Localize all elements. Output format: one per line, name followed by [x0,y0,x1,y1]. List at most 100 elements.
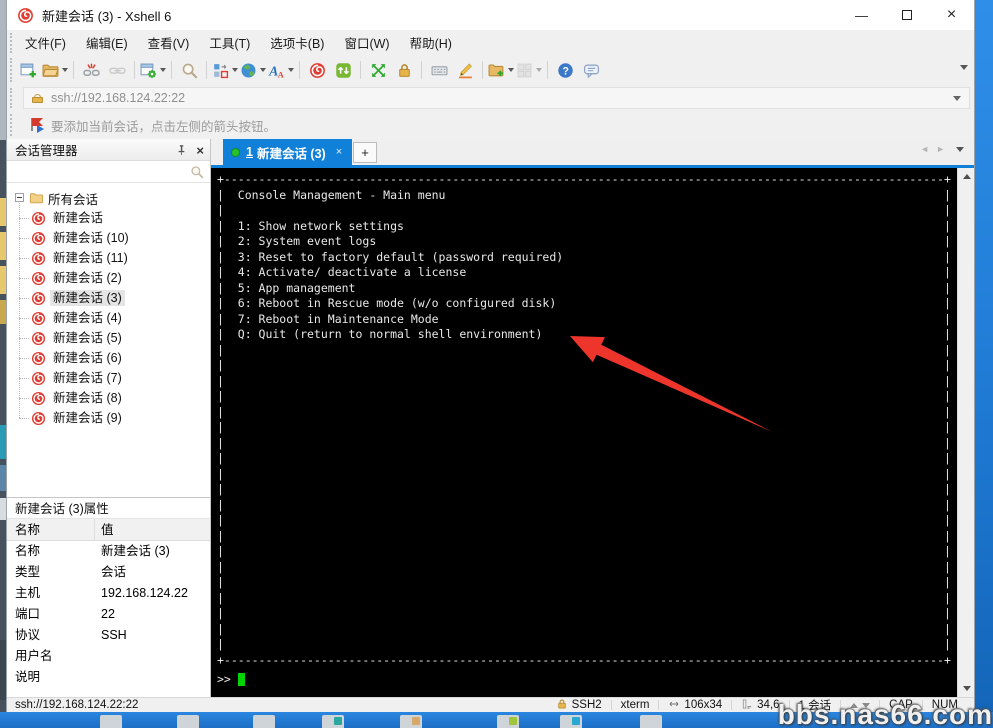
scroll-down-icon[interactable] [958,680,975,697]
addressbar-gripper[interactable] [10,87,15,109]
taskbar-item[interactable] [100,715,122,728]
session-tree-item[interactable]: 新建会话 (9) [7,408,210,428]
dropdown-caret-icon[interactable] [160,68,166,72]
maximize-button[interactable] [884,0,929,30]
taskbar-item[interactable] [253,715,275,728]
toolbar-disconnect-button[interactable] [79,58,103,82]
terminal-scrollbar[interactable] [957,168,974,697]
address-dropdown-caret[interactable] [953,96,961,101]
property-row[interactable]: 类型 会话 [7,562,210,583]
taskbar-item-chip [412,717,420,725]
toolbar-font-button[interactable] [268,58,294,82]
session-tree-item[interactable]: 新建会话 (3) [7,288,210,308]
tree-root-all-sessions[interactable]: 所有会话 [7,188,210,208]
session-tree-item[interactable]: 新建会话 [7,208,210,228]
toolbar-tile-windows-button[interactable] [516,58,542,82]
column-name[interactable]: 名称 [7,519,95,540]
toolbar-lock-button[interactable] [392,58,416,82]
tab-active-session[interactable]: 1 新建会话 (3) × [223,139,353,165]
toolbar-message-balloon-button[interactable] [579,58,603,82]
dropdown-caret-icon[interactable] [536,68,542,72]
menu-item-5[interactable]: 选项卡(B) [260,30,334,55]
infobar-gripper[interactable] [10,113,15,137]
dropdown-caret-icon[interactable] [508,68,514,72]
dropdown-caret-icon[interactable] [232,68,238,72]
tab-bar: 1 新建会话 (3) × + ◄ ► [211,139,974,165]
toolbar-web-button[interactable] [240,58,266,82]
menu-item-3[interactable]: 查看(V) [138,30,200,55]
dropdown-caret-icon[interactable] [288,68,294,72]
taskbar-item[interactable] [400,715,422,728]
taskbar-item[interactable] [640,715,662,728]
minimize-button[interactable]: — [839,0,884,30]
session-tree-item[interactable]: 新建会话 (6) [7,348,210,368]
toolbar-find-button[interactable] [177,58,201,82]
dropdown-caret-icon[interactable] [62,68,68,72]
session-search-box[interactable] [7,161,210,183]
toolbar-xftp-button[interactable] [331,58,355,82]
dropdown-caret-icon[interactable] [260,68,266,72]
toolbar-xshell-button[interactable] [305,58,329,82]
tab-close-icon[interactable]: × [336,146,342,158]
status-106x34[interactable]: 106x34 [668,698,722,713]
menu-item-1[interactable]: 文件(F) [15,30,76,55]
toolbar-new-folder-button[interactable] [488,58,514,82]
menu-item-4[interactable]: 工具(T) [199,30,260,55]
session-tree-item[interactable]: 新建会话 (4) [7,308,210,328]
property-row[interactable]: 协议 SSH [7,625,210,646]
address-value[interactable]: ssh://192.168.124.22:22 [51,91,185,105]
toolbar-highlight-pen-button[interactable] [453,58,477,82]
cursor-pos-icon [741,698,753,710]
property-row[interactable]: 名称 新建会话 (3) [7,541,210,562]
session-tree-item[interactable]: 新建会话 (8) [7,388,210,408]
session-icon [31,371,46,386]
panel-close-icon[interactable]: × [196,143,204,158]
pin-icon[interactable] [175,144,188,157]
status-ssh2[interactable]: SSH2 [556,698,602,713]
taskbar-item[interactable] [322,715,344,728]
toolbar-session-properties-button[interactable] [140,58,166,82]
toolbar [7,55,974,85]
add-session-flag-icon[interactable] [29,117,45,133]
property-name: 说明 [15,670,41,684]
property-row[interactable]: 用户名 [7,646,210,667]
property-row[interactable]: 主机 192.168.124.22 [7,583,210,604]
session-tree-item[interactable]: 新建会话 (5) [7,328,210,348]
session-tree-item[interactable]: 新建会话 (11) [7,248,210,268]
tab-scroll-left-icon[interactable]: ◄ [920,144,929,154]
toolbar-overflow-caret[interactable] [960,65,968,70]
xftp-icon [335,62,352,79]
tab-scroll-right-icon[interactable]: ► [936,144,945,154]
toolbar-keyboard-button[interactable] [427,58,451,82]
close-button[interactable]: × [929,0,974,30]
toolbar-help-button[interactable] [553,58,577,82]
session-tree-item[interactable]: 新建会话 (10) [7,228,210,248]
menu-item-7[interactable]: 帮助(H) [400,30,462,55]
collapse-icon[interactable] [15,193,24,202]
toolbar-layout-button[interactable] [212,58,238,82]
address-combo[interactable]: ssh://192.168.124.22:22 [23,87,970,109]
toolbar-new-session-button[interactable] [16,58,40,82]
toolbar-reconnect-button[interactable] [105,58,129,82]
toolbar-fullscreen-button[interactable] [366,58,390,82]
session-tree-item[interactable]: 新建会话 (7) [7,368,210,388]
status-xterm[interactable]: xterm [621,699,650,711]
column-value[interactable]: 值 [95,519,114,540]
menu-item-2[interactable]: 编辑(E) [76,30,138,55]
titlebar[interactable]: 新建会话 (3) - Xshell 6 — × [7,0,974,30]
taskbar-item[interactable] [177,715,199,728]
tab-list-caret[interactable] [956,146,964,152]
toolbar-gripper[interactable] [10,58,15,82]
session-tree-item[interactable]: 新建会话 (2) [7,268,210,288]
property-row[interactable]: 端口 22 [7,604,210,625]
scroll-up-icon[interactable] [958,168,975,185]
menu-item-6[interactable]: 窗口(W) [334,30,399,55]
info-bar: 要添加当前会话，点击左侧的箭头按钮。 [7,111,974,139]
status-34-6[interactable]: 34,6 [741,698,780,713]
property-row[interactable]: 说明 [7,667,210,688]
toolbar-open-folder-button[interactable] [42,58,68,82]
new-tab-button[interactable]: + [353,142,377,163]
taskbar-item[interactable] [560,715,582,728]
taskbar-item[interactable] [497,715,519,728]
terminal[interactable]: +---------------------------------------… [211,168,957,697]
